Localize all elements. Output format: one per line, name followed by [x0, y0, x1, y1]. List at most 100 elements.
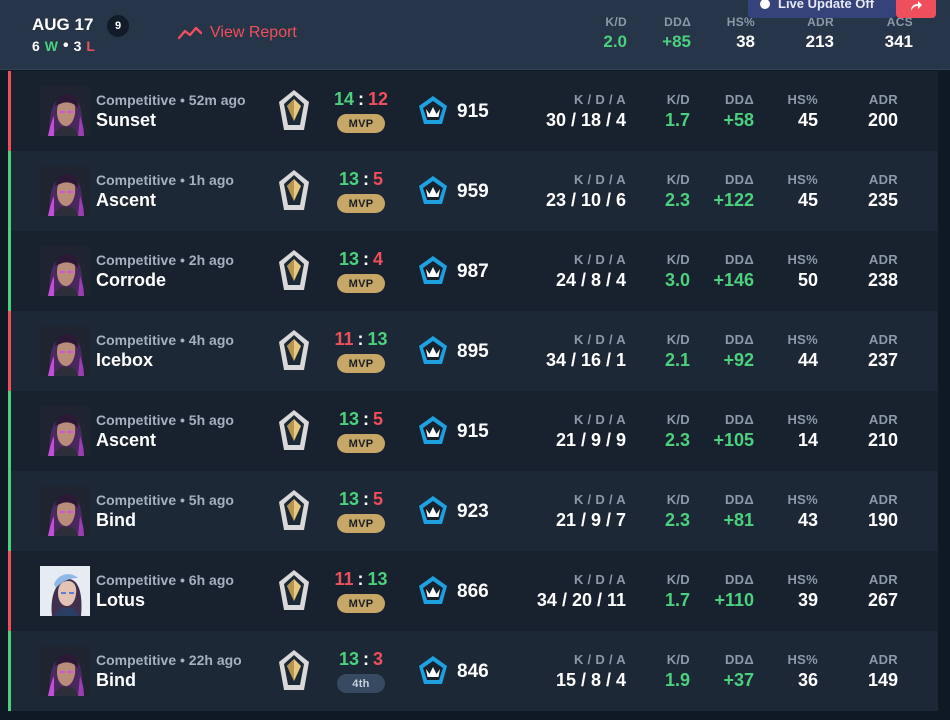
wins-letter: W — [44, 38, 59, 54]
hs-label: HS% — [787, 332, 818, 347]
score-left: 11 — [334, 569, 354, 589]
header-stat-dd: DDΔ +85 — [662, 15, 691, 51]
match-mode-time: Competitive • 6h ago — [96, 572, 234, 588]
hs-label: HS% — [787, 92, 818, 107]
stat-value: 2.3 — [664, 190, 690, 210]
hs-stat: HS% 14 — [787, 412, 818, 451]
match-row[interactable]: Competitive • 4h ago Icebox 11:13 MVP 89… — [8, 311, 938, 391]
agent-avatar — [40, 326, 90, 376]
adr-stat: ADR 235 — [868, 172, 898, 211]
match-score: 11:13 — [334, 569, 388, 589]
stat-value: 210 — [867, 430, 898, 450]
placement-badge: MVP — [337, 274, 385, 293]
agent-avatar — [40, 166, 90, 216]
acs-value: 915 — [457, 101, 489, 122]
hs-stat: HS% 43 — [787, 492, 818, 531]
share-button[interactable] — [896, 0, 936, 18]
kda-stat: K / D / A 34 / 16 / 1 — [546, 332, 626, 371]
match-row[interactable]: Competitive • 5h ago Ascent 13:5 MVP 915… — [8, 391, 938, 471]
match-score: 13:5 — [338, 489, 384, 509]
match-row[interactable]: Competitive • 6h ago Lotus 11:13 MVP 866… — [8, 551, 938, 631]
dd-stat: DDΔ +122 — [713, 172, 754, 211]
placement-badge: MVP — [337, 194, 385, 213]
kd-label: K/D — [666, 92, 690, 107]
adr-label: ADR — [868, 412, 898, 427]
share-icon — [911, 1, 922, 11]
score-left: 13 — [338, 169, 359, 189]
dd-stat: DDΔ +81 — [723, 492, 754, 531]
stat-value: +122 — [713, 190, 754, 210]
match-score: 13:5 — [338, 409, 384, 429]
adr-label: ADR — [868, 652, 898, 667]
match-score: 13:4 — [338, 249, 384, 269]
stat-value: 235 — [867, 190, 898, 210]
match-mode-time: Competitive • 5h ago — [96, 412, 234, 428]
stat-value: 36 — [797, 670, 818, 690]
dd-label: DDΔ — [724, 252, 754, 267]
stat-value: +110 — [714, 590, 754, 610]
dd-stat: DDΔ +146 — [713, 252, 754, 291]
acs-value: 846 — [457, 661, 489, 682]
placement-badge: MVP — [337, 114, 385, 133]
agent-avatar — [40, 246, 90, 296]
score-right: 5 — [373, 169, 384, 189]
kd-label: K/D — [666, 492, 690, 507]
dd-label: DDΔ — [724, 172, 754, 187]
stat-value: 14 — [797, 430, 818, 450]
dd-label: DDΔ — [724, 492, 754, 507]
dd-label: DDΔ — [724, 572, 754, 587]
stat-value: 1.9 — [664, 670, 690, 690]
match-row[interactable]: Competitive • 22h ago Bind 13:3 4th 846 … — [8, 631, 938, 711]
stat-value: +105 — [713, 430, 754, 450]
adr-label: ADR — [868, 492, 898, 507]
map-name: Corrode — [96, 270, 167, 290]
match-row[interactable]: Competitive • 2h ago Corrode 13:4 MVP 98… — [8, 231, 938, 311]
stat-value: 45 — [797, 190, 818, 210]
hs-stat: HS% 44 — [787, 332, 818, 371]
stat-value: 43 — [797, 510, 818, 530]
stat-value: 2.3 — [664, 430, 690, 450]
match-mode-time: Competitive • 4h ago — [96, 332, 234, 348]
stat-value: +81 — [723, 510, 754, 530]
stat-value: 2.1 — [664, 350, 690, 370]
match-row[interactable]: Competitive • 5h ago Bind 13:5 MVP 923 K… — [8, 471, 938, 551]
kd-stat: K/D 2.1 — [665, 332, 690, 371]
score-right: 4 — [373, 249, 384, 269]
map-name: Ascent — [96, 190, 157, 210]
score-right: 3 — [373, 649, 384, 669]
match-score: 11:13 — [334, 329, 388, 349]
kd-label: K/D — [666, 252, 690, 267]
adr-stat: ADR 210 — [868, 412, 898, 451]
acs-icon — [417, 175, 449, 207]
rank-icon — [277, 488, 311, 534]
dd-label: DDΔ — [724, 92, 754, 107]
stat-value: 24 / 8 / 4 — [555, 270, 626, 290]
stat-value: 39 — [797, 590, 818, 610]
kda-label: K / D / A — [573, 572, 626, 587]
match-row[interactable]: Competitive • 52m ago Sunset 14:12 MVP 9… — [8, 71, 938, 151]
view-report-button[interactable]: View Report — [178, 24, 297, 42]
kd-stat: K/D 1.9 — [665, 652, 690, 691]
stat-value: 1.7 — [664, 110, 690, 130]
score-left: 13 — [338, 649, 359, 669]
match-mode-time: Competitive • 2h ago — [96, 252, 234, 268]
dd-stat: DDΔ +92 — [723, 332, 754, 371]
hs-label: HS% — [787, 412, 818, 427]
agent-avatar — [40, 566, 90, 616]
match-mode-time: Competitive • 5h ago — [96, 492, 234, 508]
rank-icon — [277, 248, 311, 294]
acs-icon — [417, 655, 449, 687]
adr-stat: ADR 238 — [868, 252, 898, 291]
hs-label: HS% — [787, 572, 818, 587]
score-right: 13 — [367, 329, 388, 349]
agent-avatar — [40, 406, 90, 456]
kda-stat: K / D / A 15 / 8 / 4 — [556, 652, 626, 691]
live-status-dot — [760, 0, 770, 9]
adr-label: ADR — [868, 92, 898, 107]
placement-badge: 4th — [337, 674, 385, 693]
acs-value: 923 — [457, 501, 489, 522]
match-row[interactable]: Competitive • 1h ago Ascent 13:5 MVP 959… — [8, 151, 938, 231]
rank-icon — [277, 88, 311, 134]
live-update-toggle[interactable]: Live Update Off — [748, 0, 896, 18]
adr-stat: ADR 149 — [868, 652, 898, 691]
